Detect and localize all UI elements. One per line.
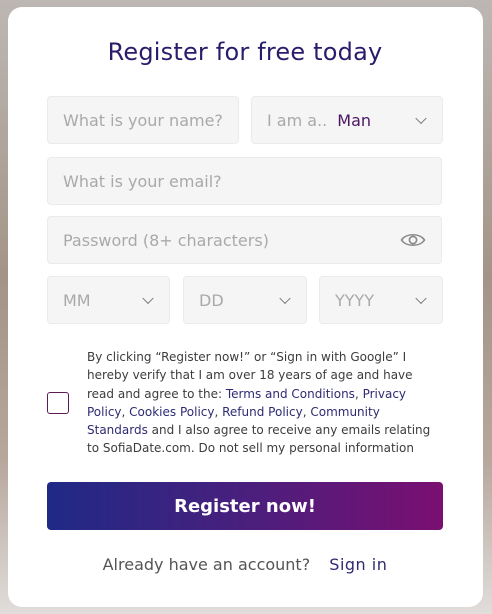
- gender-select[interactable]: I am a.. Man: [251, 96, 443, 144]
- eye-icon[interactable]: [400, 230, 426, 254]
- gender-value: Man: [337, 110, 372, 130]
- name-field[interactable]: [47, 96, 239, 144]
- chevron-down-icon: [279, 292, 291, 305]
- signin-row: Already have an account? Sign in: [0, 555, 490, 574]
- birth-month-select[interactable]: MM: [47, 276, 170, 324]
- chevron-down-icon: [415, 112, 427, 125]
- email-field[interactable]: [47, 157, 442, 205]
- cookies-policy-link[interactable]: Cookies Policy: [129, 405, 214, 419]
- password-field[interactable]: [47, 216, 442, 264]
- gender-label: I am a..: [267, 110, 328, 130]
- refund-policy-link[interactable]: Refund Policy: [222, 405, 303, 419]
- terms-checkbox[interactable]: [47, 392, 69, 414]
- terms-link[interactable]: Terms and Conditions: [226, 387, 355, 401]
- terms-text: By clicking “Register now!” or “Sign in …: [87, 348, 442, 458]
- signin-link[interactable]: Sign in: [329, 555, 387, 574]
- account-prompt: Already have an account?: [102, 555, 311, 574]
- birth-day-placeholder: DD: [199, 290, 224, 310]
- terms-separator: ,: [214, 404, 223, 419]
- birth-year-select[interactable]: YYYY: [319, 276, 443, 324]
- birth-day-select[interactable]: DD: [183, 276, 307, 324]
- birth-year-placeholder: YYYY: [335, 290, 375, 310]
- terms-separator: ,: [354, 386, 363, 401]
- email-input[interactable]: [48, 158, 441, 204]
- chevron-down-icon: [415, 292, 427, 305]
- page-title: Register for free today: [107, 38, 383, 66]
- password-input[interactable]: [48, 217, 441, 263]
- chevron-down-icon: [142, 292, 154, 305]
- register-button[interactable]: Register now!: [47, 482, 443, 530]
- name-input[interactable]: [48, 97, 238, 143]
- birth-month-placeholder: MM: [63, 290, 91, 310]
